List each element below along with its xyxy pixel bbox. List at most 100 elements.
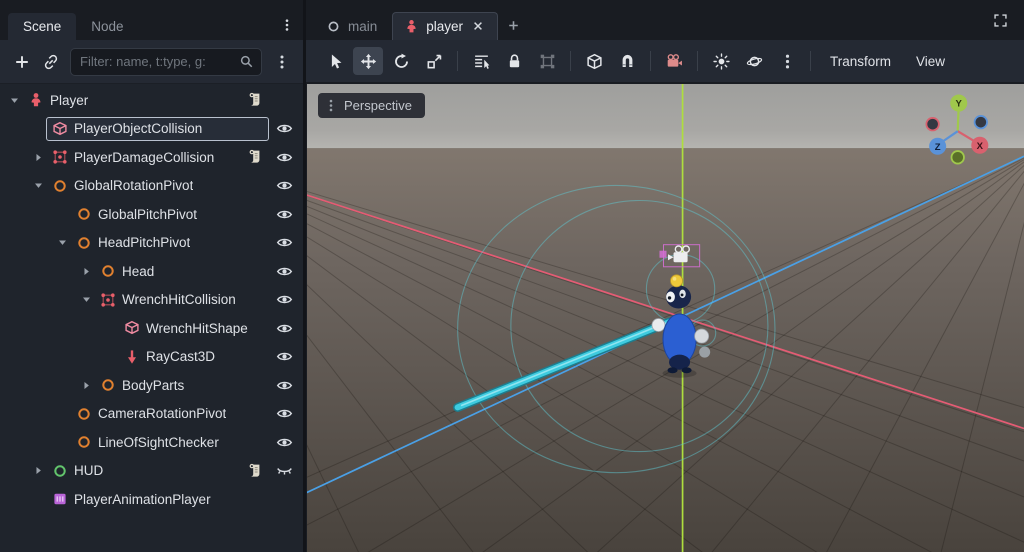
tree-row[interactable]: PlayerDamageCollision [0, 143, 303, 172]
node-box[interactable]: HUD [46, 459, 269, 483]
toolbar-separator [697, 51, 698, 71]
node-box[interactable]: GlobalPitchPivot [70, 202, 269, 226]
script-icon[interactable] [247, 463, 263, 479]
area3d-icon [52, 149, 68, 165]
node-name: Player [50, 92, 89, 108]
tree-row[interactable]: BodyParts [0, 371, 303, 400]
collapse-arrow-icon[interactable] [78, 294, 94, 305]
viewport-3d[interactable]: Y X Z Perspective [307, 84, 1024, 552]
sun-button[interactable] [706, 47, 736, 75]
filter-nodes-field[interactable] [70, 47, 262, 76]
filter-nodes-input[interactable] [78, 53, 235, 70]
script-icon[interactable] [247, 92, 263, 108]
axis-z-label: Z [935, 142, 941, 153]
node-box[interactable]: PlayerDamageCollision [46, 145, 269, 169]
cube-button[interactable] [579, 47, 609, 75]
more-options-button[interactable] [772, 47, 802, 75]
node-box[interactable]: CameraRotationPivot [70, 402, 269, 426]
collapse-arrow-icon[interactable] [54, 237, 70, 248]
axis-z-negative[interactable] [973, 115, 988, 130]
selection-list-button[interactable] [466, 47, 496, 75]
visibility-hidden-icon[interactable] [275, 462, 293, 480]
visibility-toggle-icon[interactable] [275, 234, 293, 252]
tree-row[interactable]: HUD [0, 457, 303, 486]
move-tool-button[interactable] [353, 47, 383, 75]
scene-tab-label: main [348, 19, 378, 34]
lock-button[interactable] [499, 47, 529, 75]
group-button[interactable] [532, 47, 562, 75]
node-box[interactable]: HeadPitchPivot [70, 231, 269, 255]
script-icon[interactable] [247, 149, 263, 165]
collision-shape-icon [52, 121, 68, 137]
node-box[interactable]: PlayerAnimationPlayer [46, 487, 269, 511]
rotate-tool-button[interactable] [386, 47, 416, 75]
node-box[interactable]: GlobalRotationPivot [46, 174, 269, 198]
visibility-toggle-icon[interactable] [275, 405, 293, 423]
close-tab-icon[interactable] [472, 20, 486, 34]
node-box[interactable]: Head [94, 259, 269, 283]
select-tool-button[interactable] [320, 47, 350, 75]
tree-row[interactable]: GlobalRotationPivot [0, 172, 303, 201]
axis-y-negative[interactable] [950, 150, 965, 165]
view-menu-button[interactable]: View [905, 47, 956, 75]
scene-tree: Player PlayerObjectCollision PlayerDamageC… [0, 84, 303, 552]
visibility-toggle-icon[interactable] [275, 148, 293, 166]
tree-menu-icon[interactable] [268, 48, 295, 75]
collapse-arrow-icon[interactable] [30, 180, 46, 191]
node-box[interactable]: WrenchHitCollision [94, 288, 269, 312]
tree-row[interactable]: CameraRotationPivot [0, 400, 303, 429]
collapse-arrow-icon[interactable] [6, 95, 22, 106]
tree-row[interactable]: Head [0, 257, 303, 286]
add-node-button[interactable] [8, 48, 35, 75]
instance-scene-button[interactable] [37, 48, 64, 75]
visibility-toggle-icon[interactable] [275, 433, 293, 451]
perspective-menu[interactable]: Perspective [318, 93, 425, 118]
node-box[interactable]: LineOfSightChecker [70, 430, 269, 454]
expand-arrow-icon[interactable] [30, 152, 46, 163]
snap-magnet-button[interactable] [612, 47, 642, 75]
selected-node-box[interactable]: PlayerObjectCollision [46, 116, 269, 141]
node-name: HeadPitchPivot [98, 235, 191, 251]
distraction-free-icon[interactable] [988, 8, 1012, 32]
node-box[interactable]: Player [22, 88, 269, 112]
tree-row[interactable]: WrenchHitShape [0, 314, 303, 343]
scene-tab-player[interactable]: player [392, 12, 499, 40]
axis-x-negative[interactable] [925, 117, 940, 132]
tree-row[interactable]: PlayerObjectCollision [0, 115, 303, 144]
dock-menu-icon[interactable] [277, 15, 297, 35]
environment-button[interactable] [739, 47, 769, 75]
tree-row[interactable]: RayCast3D [0, 343, 303, 372]
tab-scene[interactable]: Scene [8, 13, 77, 40]
transform-menu-button[interactable]: Transform [819, 47, 902, 75]
tree-row[interactable]: LineOfSightChecker [0, 428, 303, 457]
camera-preview-button[interactable] [659, 47, 689, 75]
visibility-toggle-icon[interactable] [275, 376, 293, 394]
tree-row[interactable]: WrenchHitCollision [0, 286, 303, 315]
scale-tool-button[interactable] [419, 47, 449, 75]
animation-player-icon [52, 491, 68, 507]
visibility-toggle-icon[interactable] [275, 262, 293, 280]
node-box[interactable]: RayCast3D [118, 345, 269, 369]
tree-row[interactable]: GlobalPitchPivot [0, 200, 303, 229]
visibility-toggle-icon[interactable] [275, 319, 293, 337]
node-box[interactable]: WrenchHitShape [118, 316, 269, 340]
visibility-toggle-icon[interactable] [275, 120, 293, 138]
tree-row[interactable]: Player [0, 86, 303, 115]
visibility-toggle-icon[interactable] [275, 205, 293, 223]
expand-arrow-icon[interactable] [78, 266, 94, 277]
node-name: PlayerAnimationPlayer [74, 491, 211, 507]
tab-node[interactable]: Node [76, 13, 138, 40]
expand-arrow-icon[interactable] [78, 380, 94, 391]
visibility-toggle-icon[interactable] [275, 177, 293, 195]
add-scene-tab-button[interactable] [501, 12, 525, 38]
tree-row[interactable]: PlayerAnimationPlayer [0, 485, 303, 514]
visibility-toggle-icon[interactable] [275, 348, 293, 366]
expand-arrow-icon[interactable] [30, 465, 46, 476]
scene-tab-main[interactable]: main [314, 12, 389, 40]
visibility-toggle-icon[interactable] [275, 291, 293, 309]
node-box[interactable]: BodyParts [94, 373, 269, 397]
viewport-scene[interactable]: Y X Z [307, 84, 1024, 552]
tree-row[interactable]: HeadPitchPivot [0, 229, 303, 258]
